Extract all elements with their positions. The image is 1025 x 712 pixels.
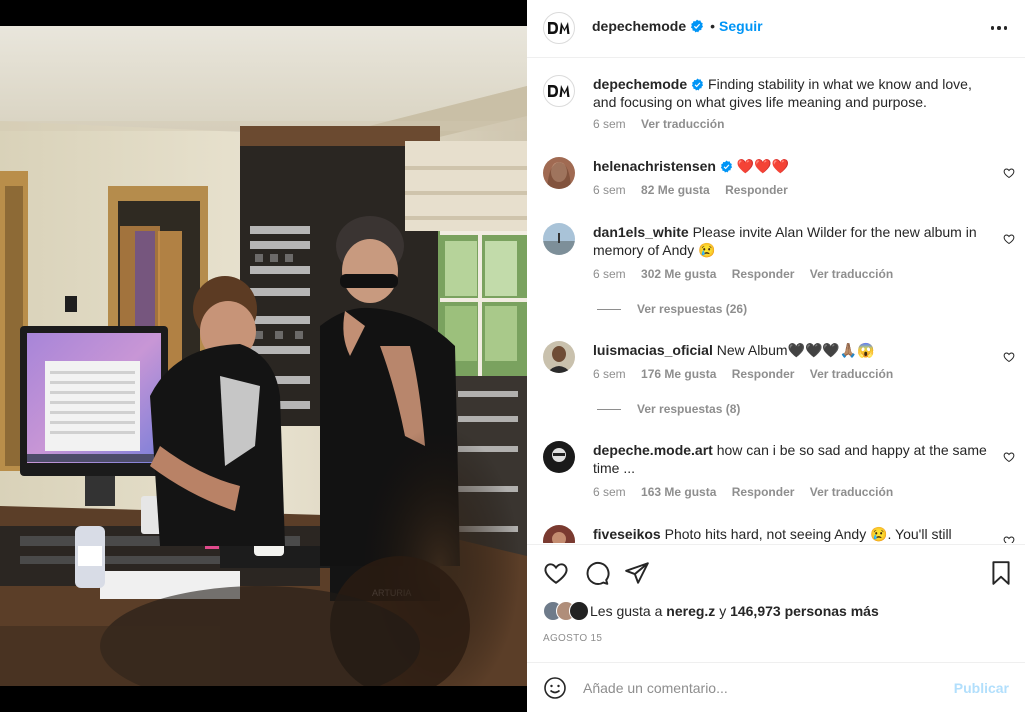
verified-icon — [691, 19, 704, 33]
likes-summary: Les gusta a nereg.z y 146,973 personas m… — [543, 601, 879, 621]
translate-link[interactable]: Ver traducción — [810, 367, 893, 381]
follow-button[interactable]: Seguir — [719, 18, 763, 34]
comment-meta: 6 sem 82 Me gusta Responder — [593, 183, 800, 197]
comment-text: ❤️❤️❤️ — [736, 158, 790, 174]
comment-time[interactable]: 6 sem — [593, 183, 626, 197]
comment-body: helenachristensen ❤️❤️❤️ — [593, 157, 988, 175]
emoji-icon[interactable] — [543, 676, 567, 700]
author-avatar[interactable] — [543, 12, 575, 44]
comment-likes[interactable]: 82 Me gusta — [641, 183, 710, 197]
author-avatar[interactable] — [543, 75, 575, 107]
comment-text: New Album🖤🖤🖤🙏🏽😱 — [716, 342, 875, 358]
header-user-line: depechemode • Seguir — [592, 18, 763, 34]
header-separator-dot: • — [710, 18, 716, 34]
translate-link[interactable]: Ver traducción — [641, 117, 724, 131]
comment-body: depechemode Finding stability in what we… — [593, 75, 988, 111]
comment-input[interactable] — [583, 677, 933, 699]
replies-divider — [597, 309, 621, 311]
reply-button[interactable]: Responder — [725, 183, 788, 197]
comment-username[interactable]: depeche.mode.art — [593, 442, 713, 458]
comment-meta: 6 sem 163 Me gusta Responder Ver traducc… — [593, 485, 905, 499]
comment-username[interactable]: helenachristensen — [593, 158, 716, 174]
view-replies-button[interactable]: Ver respuestas (8) — [597, 402, 740, 416]
translate-link[interactable]: Ver traducción — [810, 267, 893, 281]
header-username[interactable]: depechemode — [592, 18, 686, 34]
comment-username[interactable]: luismacias_oficial — [593, 342, 713, 358]
avatar[interactable] — [543, 525, 575, 543]
heart-icon[interactable] — [1003, 451, 1015, 463]
comment-time[interactable]: 6 sem — [593, 485, 626, 499]
post-photo-area: ARTURIA — [0, 0, 527, 712]
bookmark-icon[interactable] — [988, 560, 1014, 586]
publish-button[interactable]: Publicar — [954, 680, 1009, 696]
comment-meta: 6 sem 302 Me gusta Responder Ver traducc… — [593, 267, 905, 281]
comment-username[interactable]: dan1els_white — [593, 224, 689, 240]
comment-likes[interactable]: 163 Me gusta — [641, 485, 716, 499]
share-icon[interactable] — [624, 560, 650, 586]
reply-button[interactable]: Responder — [732, 367, 795, 381]
heart-icon[interactable] — [1003, 167, 1015, 179]
heart-icon[interactable] — [1003, 535, 1015, 543]
more-options-icon[interactable] — [989, 20, 1009, 36]
likes-conj: y — [719, 603, 727, 619]
comment-body: luismacias_oficial New Album🖤🖤🖤🙏🏽😱 — [593, 341, 988, 359]
comment-body: dan1els_white Please invite Alan Wilder … — [593, 223, 988, 259]
comment-likes[interactable]: 176 Me gusta — [641, 367, 716, 381]
avatar[interactable] — [543, 441, 575, 473]
reply-button[interactable]: Responder — [732, 485, 795, 499]
like-heart-icon[interactable] — [543, 560, 569, 586]
verified-icon — [692, 78, 704, 91]
comment-icon[interactable] — [584, 560, 610, 586]
likes-prefix: Les gusta a — [590, 603, 663, 619]
replies-divider — [597, 409, 621, 411]
avatar[interactable] — [543, 157, 575, 189]
view-replies-label: Ver respuestas (8) — [637, 402, 741, 416]
comment-meta: 6 sem 176 Me gusta Responder Ver traducc… — [593, 367, 905, 381]
translate-link[interactable]: Ver traducción — [810, 485, 893, 499]
comment-time[interactable]: 6 sem — [593, 367, 626, 381]
heart-icon[interactable] — [1003, 233, 1015, 245]
verified-icon — [720, 160, 733, 173]
comment-username[interactable]: fiveseikos — [593, 526, 661, 542]
post-header: depechemode • Seguir — [527, 0, 1025, 58]
post-photo[interactable]: ARTURIA — [0, 26, 527, 686]
comment-meta: 6 sem Ver traducción — [593, 117, 736, 131]
heart-icon[interactable] — [1003, 351, 1015, 363]
likes-count[interactable]: 146,973 personas más — [730, 603, 879, 619]
post-actions: Les gusta a nereg.z y 146,973 personas m… — [527, 544, 1025, 662]
comment-likes[interactable]: 302 Me gusta — [641, 267, 716, 281]
comment-time[interactable]: 6 sem — [593, 117, 626, 131]
likers-avatars[interactable] — [543, 601, 589, 621]
comment-username[interactable]: depechemode — [593, 76, 687, 92]
view-replies-label: Ver respuestas (26) — [637, 302, 748, 316]
reply-button[interactable]: Responder — [732, 267, 795, 281]
comment-body: fiveseikos Photo hits hard, not seeing A… — [593, 525, 988, 543]
avatar[interactable] — [543, 223, 575, 255]
add-comment-bar: Publicar — [527, 662, 1025, 712]
comment-body: depeche.mode.art how can i be so sad and… — [593, 441, 988, 477]
avatar[interactable] — [543, 341, 575, 373]
comment-text: Photo hits hard, not seeing Andy 😢. You'… — [664, 526, 952, 542]
comment-time[interactable]: 6 sem — [593, 267, 626, 281]
dm-logo-icon — [548, 85, 570, 97]
post-side-panel: depechemode • Seguir depechemode Finding s… — [527, 0, 1025, 712]
post-date[interactable]: AGOSTO 15 — [543, 633, 602, 644]
comments-list[interactable]: depechemode Finding stability in what we… — [527, 59, 1025, 543]
likes-user[interactable]: nereg.z — [666, 603, 715, 619]
dm-logo-icon — [548, 22, 570, 34]
view-replies-button[interactable]: Ver respuestas (26) — [597, 302, 747, 316]
